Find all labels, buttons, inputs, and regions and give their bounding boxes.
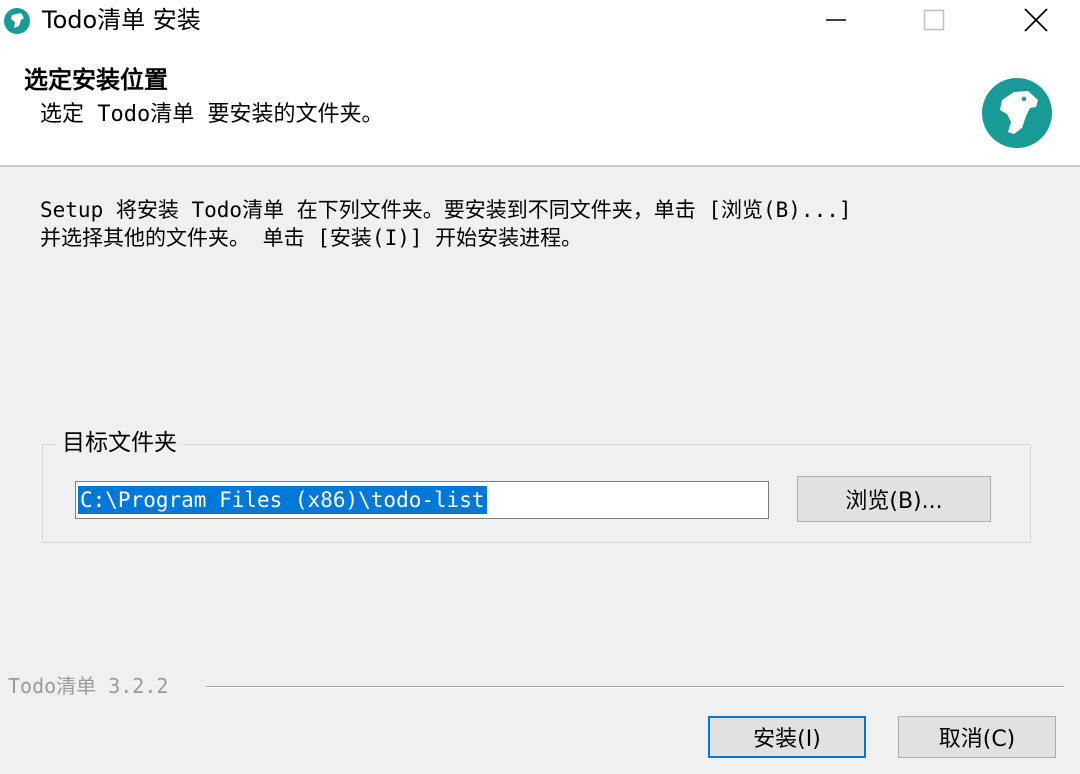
minimize-icon [826,19,846,21]
app-logo-icon [4,8,30,34]
close-icon [1024,8,1048,32]
horse-head-logo-icon [982,78,1052,148]
window-title: Todo清单 安装 [42,6,201,34]
install-path-value: C:\Program Files (x86)\todo-list [78,486,487,514]
wizard-header: 选定安装位置 选定 Todo清单 要安装的文件夹。 [0,40,1080,167]
version-label: Todo清单 3.2.2 [8,674,169,698]
install-button-label: 安装(I) [753,727,821,752]
cancel-button[interactable]: 取消(C) [898,716,1056,758]
cancel-button-label: 取消(C) [938,727,1016,752]
destination-group-label: 目标文件夹 [56,428,183,458]
footer-divider [206,686,1064,688]
maximize-icon [923,9,945,31]
instructions-text: Setup 将安装 Todo清单 在下列文件夹。要安装到不同文件夹，单击 [浏览… [40,198,852,250]
maximize-button[interactable] [894,0,974,40]
minimize-button[interactable] [796,0,876,40]
install-button[interactable]: 安装(I) [708,716,866,758]
page-title: 选定安装位置 [24,66,168,94]
browse-button-label: 浏览(B)... [845,489,943,514]
close-button[interactable] [996,0,1076,40]
title-bar[interactable]: Todo清单 安装 [0,0,1080,40]
page-subtitle: 选定 Todo清单 要安装的文件夹。 [40,102,384,127]
install-path-input[interactable]: C:\Program Files (x86)\todo-list [75,481,769,519]
browse-button[interactable]: 浏览(B)... [797,476,991,522]
